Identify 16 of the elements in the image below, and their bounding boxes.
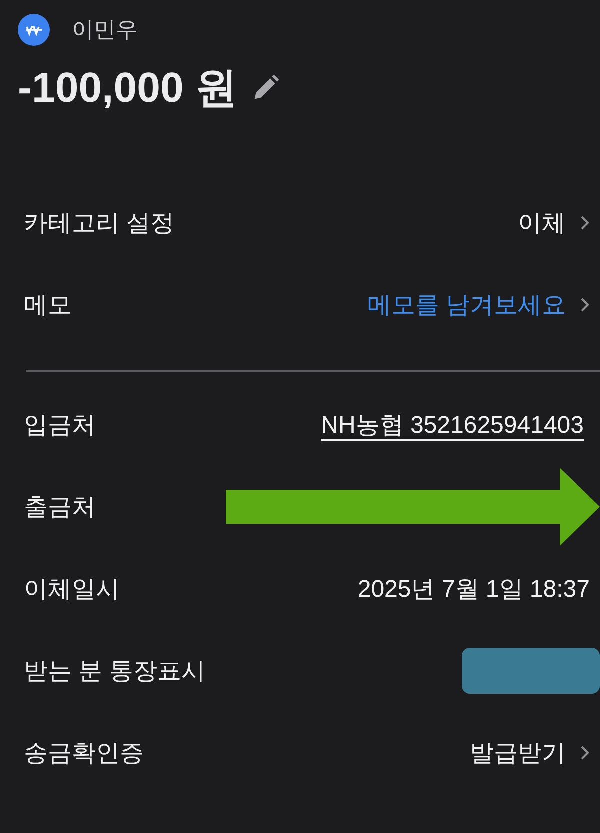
- row-label: 출금처: [24, 493, 96, 523]
- row-value: 2025년 7월 1일 18:37: [358, 575, 590, 605]
- row-label: 메모: [24, 291, 72, 321]
- row-value: 이체: [518, 209, 566, 239]
- row-label: 이체일시: [24, 575, 120, 605]
- row-label: 송금확인증: [24, 739, 144, 769]
- account-number: NH농협 3521625941403: [321, 411, 584, 441]
- row-label: 카테고리 설정: [24, 209, 175, 239]
- row-label: 입금처: [24, 411, 96, 441]
- row-label: 받는 분 통장표시: [24, 657, 206, 687]
- arrow-icon: [226, 468, 600, 546]
- amount-text: -100,000 원: [18, 63, 238, 113]
- won-icon: [18, 14, 50, 46]
- memo-link[interactable]: 메모를 남겨보세요: [367, 289, 566, 321]
- account-name: 이민우: [72, 16, 138, 44]
- row-value: 발급받기: [470, 739, 566, 769]
